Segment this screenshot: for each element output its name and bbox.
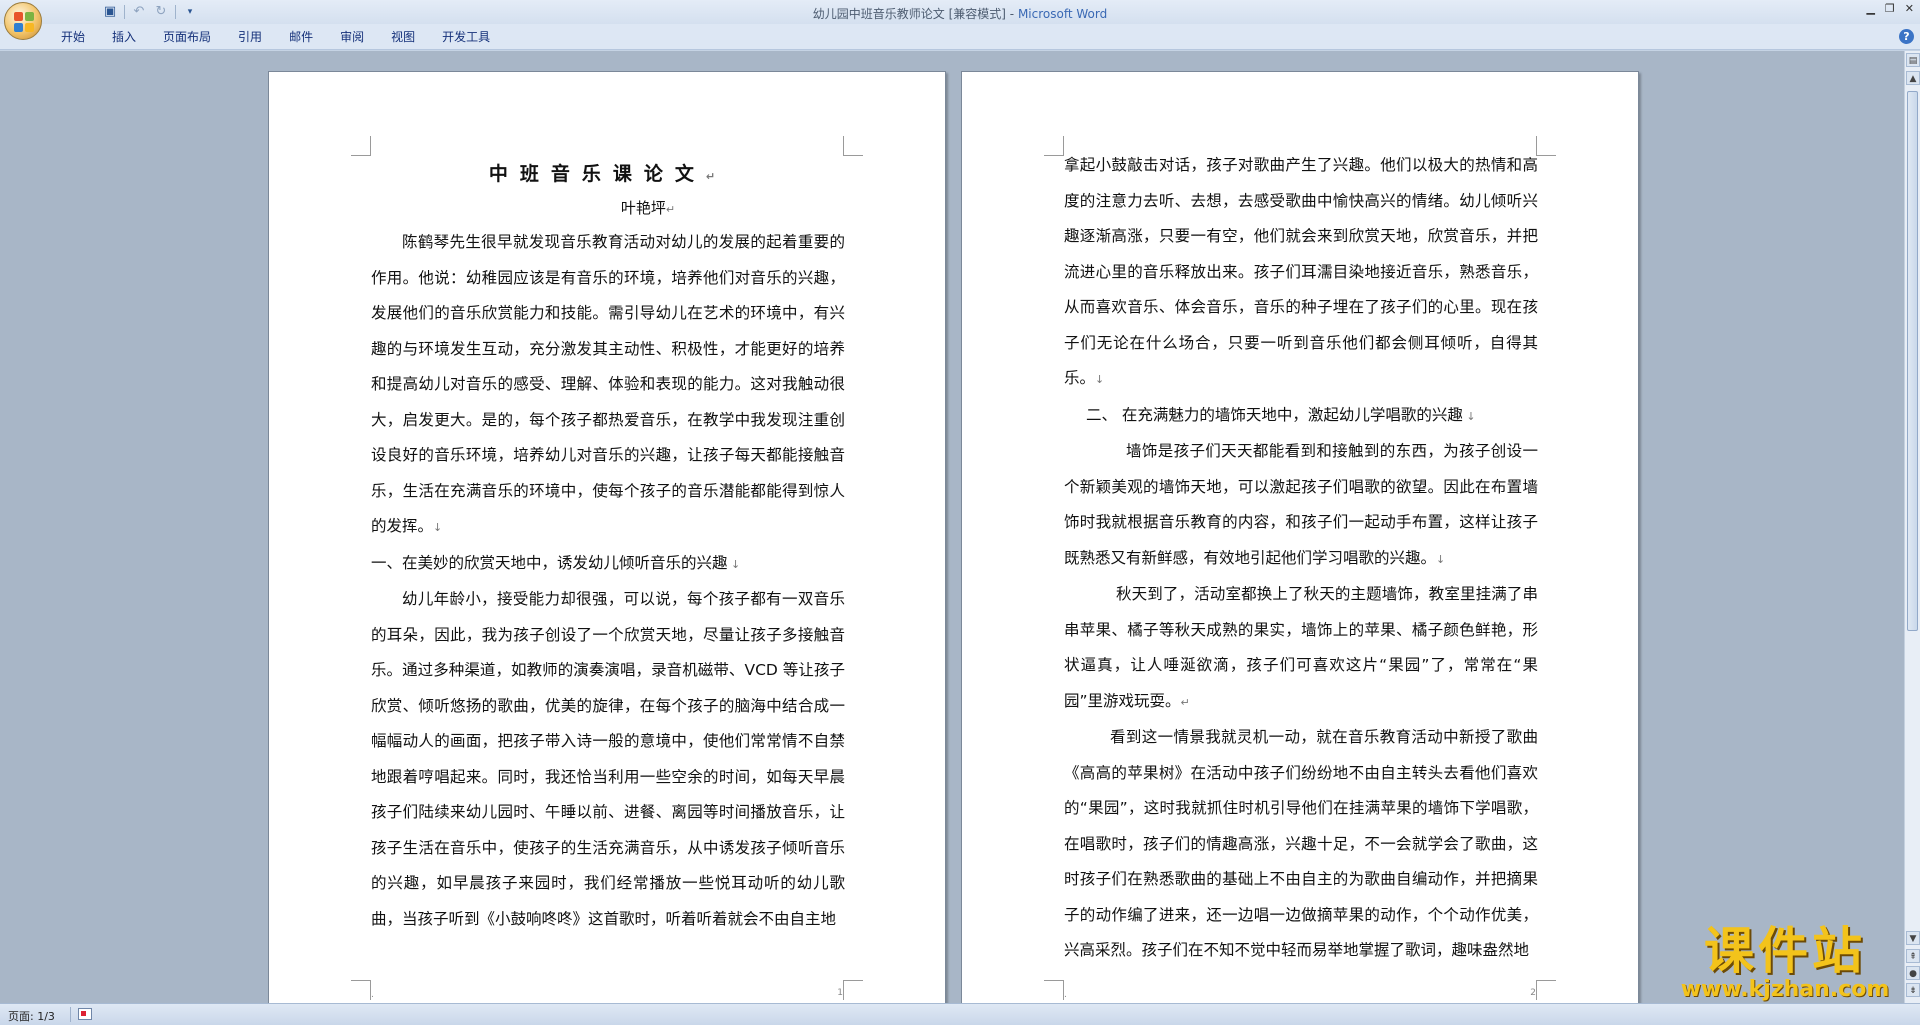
- heading-1-text: 一、在美妙的欣赏天地中，诱发幼儿倾听音乐的兴趣: [371, 553, 728, 572]
- select-browse-object-icon[interactable]: ●: [1906, 966, 1920, 980]
- close-icon[interactable]: ✕: [1905, 2, 1914, 15]
- crop-mark: [1044, 980, 1064, 1000]
- paragraph-continued: 拿起小鼓敲击对话，孩子对歌曲产生了兴趣。他们以极大的热情和高度的注意力去听、去想…: [1064, 156, 1538, 387]
- page-1[interactable]: 中班音乐课论文↵ 叶艳坪↵ 陈鹤琴先生很早就发现音乐教育活动对幼儿的发展的起着重…: [268, 71, 946, 1003]
- paragraph-intro-text: 陈鹤琴先生很早就发现音乐教育活动对幼儿的发展的起着重要的作用。他说：幼稚园应该是…: [371, 233, 845, 535]
- status-separator: [70, 1007, 71, 1022]
- page-1-content: 中班音乐课论文↵ 叶艳坪↵ 陈鹤琴先生很早就发现音乐教育活动对幼儿的发展的起着重…: [371, 156, 845, 937]
- paragraph-continued-text: 拿起小鼓敲击对话，孩子对歌曲产生了兴趣。他们以极大的热情和高度的注意力去听、去想…: [1064, 156, 1538, 387]
- ribbon-tab-bar: 开始 插入 页面布局 引用 邮件 审阅 视图 开发工具 ?: [0, 24, 1920, 50]
- heading-2-text: 二、 在充满魅力的墙饰天地中，激起幼儿学唱歌的兴趣: [1086, 405, 1463, 424]
- document-title-text: 中班音乐课论文: [488, 163, 706, 185]
- watermark-title: 课件站: [1704, 922, 1866, 980]
- restore-icon[interactable]: ❐: [1885, 2, 1895, 15]
- paragraph-body-2: 墙饰是孩子们天天都能看到和接触到的东西，为孩子创设一个新颖美观的墙饰天地，可以激…: [1064, 442, 1538, 567]
- document-name: 幼儿园中班音乐教师论文: [812, 7, 945, 21]
- crop-mark: [843, 980, 863, 1000]
- ribbon-tabs: 开始 插入 页面布局 引用 邮件 审阅 视图 开发工具: [48, 29, 504, 45]
- crop-mark: [1044, 136, 1064, 156]
- scroll-down-icon[interactable]: ▼: [1906, 931, 1920, 945]
- heading-1: 一、在美妙的欣赏天地中，诱发幼儿倾听音乐的兴趣 ↓: [371, 553, 741, 572]
- scrollbar-thumb[interactable]: [1907, 91, 1918, 631]
- crop-mark: [351, 980, 371, 1000]
- section-mark: .: [371, 990, 374, 1000]
- tab-page-layout[interactable]: 页面布局: [150, 29, 225, 45]
- tab-home[interactable]: 开始: [48, 29, 99, 45]
- page-number: 1: [837, 988, 843, 998]
- document-workspace[interactable]: 中班音乐课论文↵ 叶艳坪↵ 陈鹤琴先生很早就发现音乐教育活动对幼儿的发展的起着重…: [0, 51, 1904, 1003]
- author-text: 叶艳坪: [620, 199, 666, 217]
- minimize-icon[interactable]: ▁: [1866, 2, 1874, 15]
- tab-view[interactable]: 视图: [378, 29, 429, 45]
- document-title: 中班音乐课论文↵: [488, 163, 728, 185]
- status-bar: 页面: 1/3: [0, 1003, 1920, 1025]
- ruler-toggle-icon[interactable]: ▤: [1906, 53, 1920, 67]
- paragraph-body-1-text: 幼儿年龄小，接受能力却很强，可以说，每个孩子都有一双音乐的耳朵，因此，我为孩子创…: [371, 590, 845, 928]
- crop-mark: [351, 136, 371, 156]
- paragraph-body-4: 看到这一情景我就灵机一动，就在音乐教育活动中新授了歌曲《高高的苹果树》在活动中孩…: [1064, 720, 1538, 969]
- window-title: 幼儿园中班音乐教师论文 [兼容模式] - Microsoft Word: [0, 5, 1920, 22]
- office-button[interactable]: [4, 2, 42, 40]
- scroll-up-icon[interactable]: ▲: [1906, 71, 1920, 85]
- paragraph-body-3: 秋天到了，活动室都换上了秋天的主题墙饰，教室里挂满了串串苹果、橘子等秋天成熟的果…: [1064, 585, 1538, 710]
- tab-references[interactable]: 引用: [225, 29, 276, 45]
- crop-mark: [1536, 136, 1556, 156]
- section-mark: .: [1064, 990, 1067, 1000]
- paragraph-intro: 陈鹤琴先生很早就发现音乐教育活动对幼儿的发展的起着重要的作用。他说：幼稚园应该是…: [371, 233, 845, 535]
- author: 叶艳坪↵: [620, 199, 676, 217]
- crop-mark: [843, 136, 863, 156]
- next-page-icon[interactable]: ⇟: [1906, 983, 1920, 997]
- vertical-scrollbar[interactable]: ▤ ▲ ▼ ⇞ ● ⇟: [1904, 51, 1920, 1003]
- title-separator: -: [1005, 7, 1018, 21]
- tab-review[interactable]: 审阅: [327, 29, 378, 45]
- page-count-status[interactable]: 页面: 1/3: [8, 1008, 55, 1024]
- paragraph-body-1: 幼儿年龄小，接受能力却很强，可以说，每个孩子都有一双音乐的耳朵，因此，我为孩子创…: [371, 582, 845, 937]
- compat-mode: [兼容模式]: [948, 7, 1006, 21]
- title-bar: ▣ ↶ ↻ ▾ 幼儿园中班音乐教师论文 [兼容模式] - Microsoft W…: [0, 0, 1920, 24]
- heading-2: 二、 在充满魅力的墙饰天地中，激起幼儿学唱歌的兴趣 ↓: [1086, 405, 1476, 424]
- proofing-status-icon[interactable]: [78, 1008, 92, 1020]
- crop-mark: [1536, 980, 1556, 1000]
- app-name: Microsoft Word: [1017, 7, 1108, 21]
- window-controls: ▁ ❐ ✕: [1866, 2, 1914, 15]
- site-watermark: 课件站 www.kjzhan.com: [1670, 923, 1900, 1003]
- page-2[interactable]: 拿起小鼓敲击对话，孩子对歌曲产生了兴趣。他们以极大的热情和高度的注意力去听、去想…: [961, 71, 1639, 1003]
- paragraph-body-2-text: 墙饰是孩子们天天都能看到和接触到的东西，为孩子创设一个新颖美观的墙饰天地，可以激…: [1064, 442, 1538, 567]
- paragraph-body-3-text: 秋天到了，活动室都换上了秋天的主题墙饰，教室里挂满了串串苹果、橘子等秋天成熟的果…: [1064, 585, 1538, 710]
- tab-insert[interactable]: 插入: [99, 29, 150, 45]
- paragraph-body-4-text: 看到这一情景我就灵机一动，就在音乐教育活动中新授了歌曲《高高的苹果树》在活动中孩…: [1064, 728, 1538, 959]
- watermark-url: www.kjzhan.com: [1680, 977, 1890, 1002]
- office-logo-icon: [14, 12, 34, 32]
- page-number: 2: [1530, 988, 1536, 998]
- page-2-content: 拿起小鼓敲击对话，孩子对歌曲产生了兴趣。他们以极大的热情和高度的注意力去听、去想…: [1064, 148, 1538, 969]
- tab-developer[interactable]: 开发工具: [429, 29, 504, 45]
- help-icon[interactable]: ?: [1899, 29, 1914, 44]
- tab-mailings[interactable]: 邮件: [276, 29, 327, 45]
- previous-page-icon[interactable]: ⇞: [1906, 949, 1920, 963]
